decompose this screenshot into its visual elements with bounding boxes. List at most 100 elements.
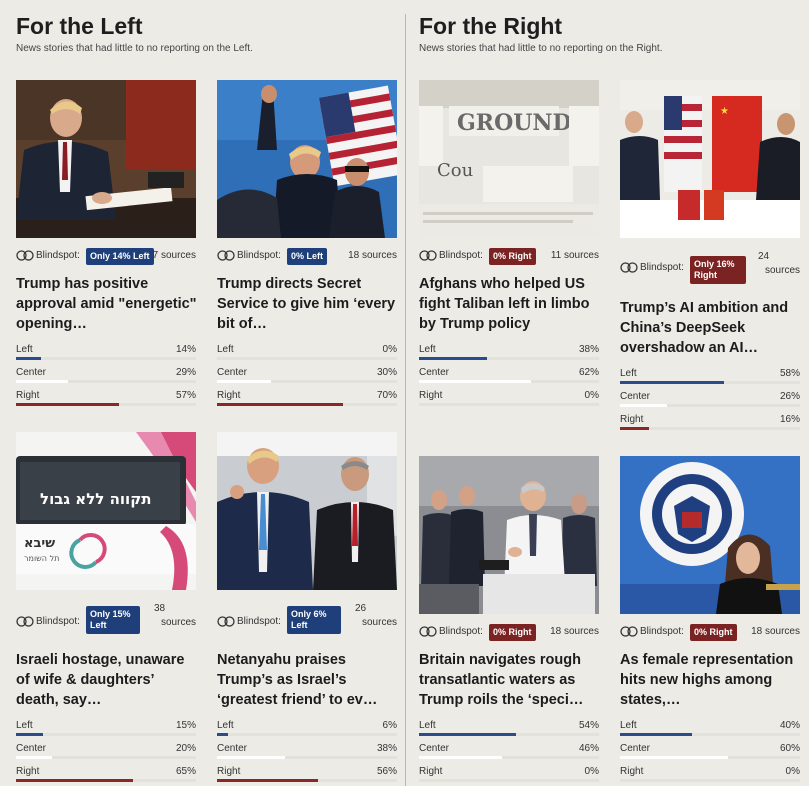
bias-bar-center	[620, 756, 728, 759]
section-subtitle-left: News stories that had little to no repor…	[16, 43, 253, 54]
bias-distribution: Left 14% Center 29% Right 57%	[16, 342, 196, 411]
bias-pct-right: 56%	[376, 766, 397, 777]
blindspot-row: Blindspot: Only 6% Left 26 sources	[217, 602, 397, 636]
bias-label-right: Right	[620, 766, 644, 777]
story-headline[interactable]: Trump directs Secret Service to give him…	[217, 274, 399, 334]
bias-bar-center	[16, 756, 52, 759]
story-headline[interactable]: Trump has positive approval amid "energe…	[16, 274, 198, 334]
bias-bar-center	[217, 756, 286, 759]
bias-bar-right	[620, 427, 649, 430]
bias-pct-right: 65%	[175, 766, 196, 777]
bias-bar-center	[620, 404, 667, 407]
story-thumbnail[interactable]	[217, 432, 397, 590]
blindspot-icon	[217, 250, 235, 261]
blindspot-icon	[16, 616, 34, 627]
bias-bar-center	[419, 756, 502, 759]
source-count[interactable]: 18 sources	[348, 250, 397, 261]
svg-text:★: ★	[720, 106, 729, 117]
source-count[interactable]: 11 sources	[551, 250, 599, 261]
bias-pct-center: 30%	[376, 367, 397, 378]
left-blindspot-section: For the Left News stories that had littl…	[0, 0, 400, 786]
bias-distribution: Left 0% Center 30% Right 70%	[217, 342, 397, 411]
blindspot-row: Blindspot: Only 15% Left 38 sources	[16, 602, 196, 636]
blindspot-badge: 0% Right	[489, 624, 536, 641]
svg-text:Cou: Cou	[437, 160, 473, 181]
blindspot-icon	[419, 250, 437, 261]
story-card[interactable]: Blindspot: 0% Left 18 sources Trump dire…	[217, 80, 397, 410]
blindspot-icon	[217, 616, 235, 627]
bias-pct-center: 60%	[779, 743, 800, 754]
blindspot-icon	[620, 262, 638, 273]
bias-pct-left: 14%	[175, 344, 196, 355]
blindspot-badge: Only 15% Left	[86, 606, 140, 634]
bias-label-left: Left	[419, 344, 436, 355]
blindspot-icon	[419, 626, 437, 637]
story-headline[interactable]: As female representation hits new highs …	[620, 650, 802, 710]
blindspot-label: Blindspot:	[237, 250, 281, 261]
story-thumbnail[interactable]: ★	[620, 80, 800, 238]
blindspot-label: Blindspot:	[36, 250, 80, 261]
blindspot-label: Blindspot:	[237, 616, 281, 627]
section-title-left: For the Left	[16, 13, 143, 39]
story-headline[interactable]: Israeli hostage, unaware of wife & daugh…	[16, 650, 198, 710]
bias-distribution: Left 54% Center 46% Right 0%	[419, 718, 599, 786]
blindspot-row: Blindspot: 0% Right 18 sources	[620, 622, 800, 642]
bias-pct-center: 46%	[578, 743, 599, 754]
bias-pct-center: 26%	[779, 391, 800, 402]
story-card[interactable]: ★ Blindspot: Only 16% Right 24 sources Tr…	[620, 80, 800, 430]
bias-pct-right: 0%	[584, 390, 599, 401]
bias-label-center: Center	[620, 743, 651, 754]
bias-pct-center: 29%	[175, 367, 196, 378]
bias-pct-center: 38%	[376, 743, 397, 754]
story-card[interactable]: תקווה ללא גבול שיבא תל השומר Blindspot: …	[16, 432, 196, 782]
bias-bar-left	[16, 733, 43, 736]
story-thumbnail[interactable]	[217, 80, 397, 238]
blindspot-icon	[16, 250, 34, 261]
blindspot-icon	[620, 626, 638, 637]
story-card[interactable]: Blindspot: Only 6% Left 26 sources Netany…	[217, 432, 397, 782]
bias-label-left: Left	[620, 720, 637, 731]
bias-label-center: Center	[419, 743, 450, 754]
source-count[interactable]: 7 sources	[153, 250, 196, 261]
bias-pct-left: 15%	[175, 720, 196, 731]
story-card[interactable]: Blindspot: 0% Right 18 sources As female…	[620, 456, 800, 786]
bias-pct-left: 0%	[382, 344, 397, 355]
story-card[interactable]: GROUND Cou Blindspot: 0% Right 11 source…	[419, 80, 599, 410]
bus-brand-text: שיבא	[24, 536, 56, 551]
bias-label-right: Right	[419, 766, 443, 777]
story-card[interactable]: Blindspot: 0% Right 18 sources Britain n…	[419, 456, 599, 786]
bias-distribution: Left 58% Center 26% Right 16%	[620, 366, 800, 435]
story-headline[interactable]: Afghans who helped US fight Taliban left…	[419, 274, 601, 334]
bias-bar-right	[217, 403, 343, 406]
blindspot-badge: 0% Right	[690, 624, 737, 641]
story-thumbnail[interactable]	[419, 456, 599, 614]
blindspot-badge: Only 6% Left	[287, 606, 341, 634]
blindspot-label: Blindspot:	[640, 626, 684, 637]
bias-distribution: Left 6% Center 38% Right 56%	[217, 718, 397, 786]
blindspot-row: Blindspot: 0% Right 11 sources	[419, 246, 599, 266]
bias-label-left: Left	[16, 720, 33, 731]
source-count[interactable]: 18 sources	[550, 626, 599, 637]
bus-banner-text: תקווה ללא גבול	[40, 490, 152, 508]
blindspot-row: Blindspot: 0% Right 18 sources	[419, 622, 599, 642]
bias-label-left: Left	[217, 720, 234, 731]
blindspot-row: Blindspot: 0% Left 18 sources	[217, 246, 397, 266]
story-headline[interactable]: Trump’s AI ambition and China’s DeepSeek…	[620, 298, 802, 358]
blindspot-row: Blindspot: Only 16% Right 24 sources	[620, 250, 800, 284]
bias-bar-left	[217, 733, 228, 736]
bias-pct-center: 62%	[578, 367, 599, 378]
bias-pct-left: 40%	[779, 720, 800, 731]
story-headline[interactable]: Britain navigates rough transatlantic wa…	[419, 650, 601, 710]
story-card[interactable]: Blindspot: Only 14% Left 7 sources Trump…	[16, 80, 198, 411]
story-headline[interactable]: Netanyahu praises Trump’s as Israel’s ‘g…	[217, 650, 399, 710]
bias-label-center: Center	[16, 367, 47, 378]
bias-label-right: Right	[16, 390, 40, 401]
story-thumbnail[interactable]	[16, 80, 196, 238]
story-thumbnail[interactable]: תקווה ללא גבול שיבא תל השומר	[16, 432, 196, 590]
svg-text:GROUND: GROUND	[457, 110, 572, 136]
story-thumbnail[interactable]	[620, 456, 800, 614]
bias-pct-left: 38%	[578, 344, 599, 355]
story-thumbnail[interactable]: GROUND Cou	[419, 80, 599, 238]
source-count[interactable]: 18 sources	[751, 626, 800, 637]
section-subtitle-right: News stories that had little to no repor…	[419, 43, 663, 54]
